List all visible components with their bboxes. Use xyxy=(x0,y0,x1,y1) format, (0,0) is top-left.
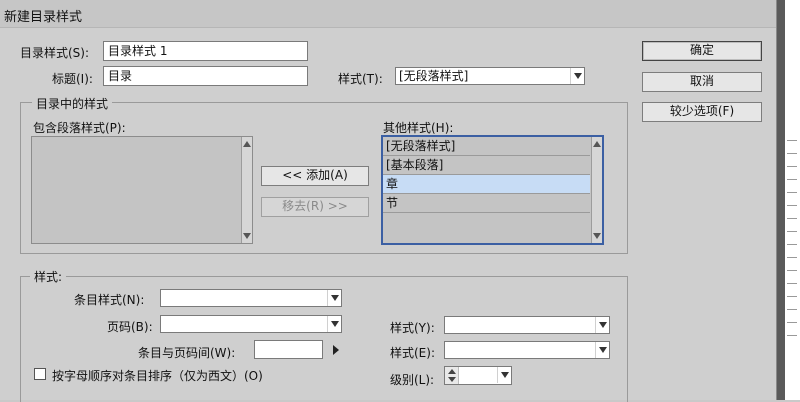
new-toc-style-dialog: 目录样式(S): 目录样式 1 标题(I): 目录 样式(T): [无段落样式]… xyxy=(0,28,776,402)
scroll-up-icon[interactable] xyxy=(243,141,251,147)
chevron-down-icon xyxy=(327,290,341,306)
between-style-label: 样式(E): xyxy=(390,346,435,360)
page-number-style-select[interactable] xyxy=(444,316,610,334)
other-styles-list[interactable]: [无段落样式] [基本段落] 章 节 xyxy=(381,135,604,245)
list-item[interactable]: [基本段落] xyxy=(383,156,590,175)
chevron-down-icon[interactable] xyxy=(497,367,511,383)
heading-style-label: 样式(T): xyxy=(338,72,383,86)
special-char-menu-icon[interactable] xyxy=(333,345,339,355)
dialog-title: 新建目录样式 xyxy=(4,10,83,25)
page-number-label: 页码(B): xyxy=(107,320,153,334)
level-stepper[interactable] xyxy=(444,366,512,385)
toc-style-name-input[interactable]: 目录样式 1 xyxy=(103,41,308,61)
other-styles-label: 其他样式(H): xyxy=(383,121,454,135)
heading-style-select[interactable]: [无段落样式] xyxy=(395,67,585,85)
scroll-down-icon[interactable] xyxy=(243,233,251,239)
dialog-title-bar: 新建目录样式 xyxy=(0,0,776,28)
chevron-down-icon xyxy=(570,68,584,84)
between-entry-label: 条目与页码间(W): xyxy=(138,346,236,360)
chevron-down-icon xyxy=(595,342,609,358)
sort-alphabetical-checkbox[interactable] xyxy=(34,368,46,380)
sort-alphabetical-label: 按字母顺序对条目排序（仅为西文）(O) xyxy=(52,369,263,383)
heading-input[interactable]: 目录 xyxy=(103,66,308,86)
style-section-legend: 样式: xyxy=(30,268,67,285)
list-item[interactable]: [无段落样式] xyxy=(383,137,590,156)
between-style-select[interactable] xyxy=(444,341,610,359)
document-gutter xyxy=(777,0,785,400)
background-document-edge xyxy=(776,0,800,400)
chevron-down-icon xyxy=(595,317,609,333)
ok-button[interactable]: 确定 xyxy=(642,41,762,61)
styles-in-toc-legend: 目录中的样式 xyxy=(32,95,113,112)
scroll-down-icon[interactable] xyxy=(593,233,601,239)
heading-label: 标题(I): xyxy=(52,72,93,86)
include-styles-list[interactable] xyxy=(31,136,253,244)
scroll-up-icon[interactable] xyxy=(593,141,601,147)
heading-style-value: [无段落样式] xyxy=(399,69,469,83)
add-button[interactable]: << 添加(A) xyxy=(261,166,369,186)
document-text-lines xyxy=(787,140,800,348)
remove-button[interactable]: 移去(R) >> xyxy=(261,197,369,217)
list-item-selected[interactable]: 章 xyxy=(383,175,590,194)
include-list-scrollbar[interactable] xyxy=(241,137,252,243)
spin-up-icon[interactable] xyxy=(448,369,456,374)
page-number-select[interactable] xyxy=(160,315,342,333)
page-number-style-label: 样式(Y): xyxy=(390,321,435,335)
level-spin-buttons[interactable] xyxy=(445,367,459,384)
level-label: 级别(L): xyxy=(390,373,435,387)
between-entry-input[interactable] xyxy=(254,340,323,359)
toc-style-label: 目录样式(S): xyxy=(20,46,90,60)
entry-style-label: 条目样式(N): xyxy=(74,293,145,307)
list-item[interactable]: 节 xyxy=(383,194,590,213)
chevron-down-icon xyxy=(327,316,341,332)
entry-style-select[interactable] xyxy=(160,289,342,307)
include-styles-label: 包含段落样式(P): xyxy=(33,121,126,135)
spin-down-icon[interactable] xyxy=(448,377,456,382)
cancel-button[interactable]: 取消 xyxy=(642,72,762,92)
fewer-options-button[interactable]: 较少选项(F) xyxy=(642,102,762,122)
other-list-scrollbar[interactable] xyxy=(591,137,602,243)
